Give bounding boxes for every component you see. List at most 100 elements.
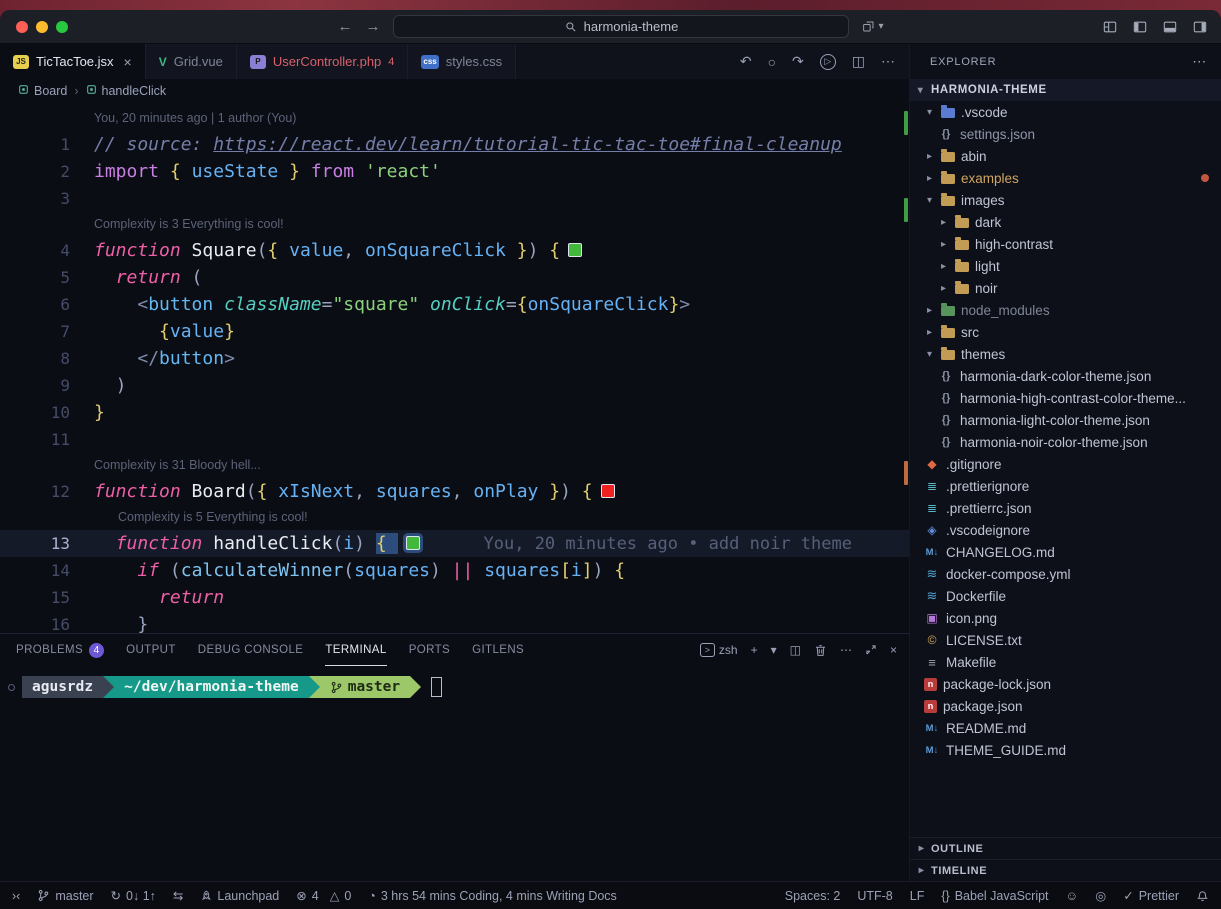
tree-item-README.md[interactable]: M↓README.md [910, 717, 1221, 739]
run-file-icon[interactable]: ▷ [820, 54, 836, 70]
tab-TicTacToe.jsx[interactable]: JSTicTacToe.jsx× [0, 44, 146, 79]
nav-back-icon[interactable]: ↶ [740, 53, 752, 70]
code-line-3[interactable]: 3 [0, 185, 909, 212]
command-center-search[interactable]: harmonia-theme [393, 15, 849, 38]
tree-item-light[interactable]: ▸light [910, 255, 1221, 277]
tree-item-.prettierignore[interactable]: ≣.prettierignore [910, 475, 1221, 497]
language-mode-item[interactable]: {}Babel JavaScript [941, 889, 1048, 903]
codelens-annotation[interactable]: Complexity is 31 Bloody hell... [0, 453, 909, 478]
code-line-11[interactable]: 11 [0, 426, 909, 453]
code-line-12[interactable]: 12function Board({ xIsNext, squares, onP… [0, 478, 909, 505]
tree-item-.vscodeignore[interactable]: ◈.vscodeignore [910, 519, 1221, 541]
code-line-6[interactable]: 6 <button className="square" onClick={on… [0, 291, 909, 318]
kill-terminal-button[interactable] [814, 644, 827, 657]
tree-item-noir[interactable]: ▸noir [910, 277, 1221, 299]
timeline-section[interactable]: ▸ TIMELINE [910, 859, 1221, 881]
code-line-10[interactable]: 10} [0, 399, 909, 426]
tree-item-.gitignore[interactable]: ◆.gitignore [910, 453, 1221, 475]
tree-item-harmonia-light-color-theme.json[interactable]: {}harmonia-light-color-theme.json [910, 409, 1221, 431]
toggle-secondary-sidebar-icon[interactable] [1193, 20, 1207, 34]
tree-item-icon.png[interactable]: ▣icon.png [910, 607, 1221, 629]
color-swatch[interactable] [601, 484, 615, 498]
panel-tab-terminal[interactable]: TERMINAL [325, 634, 386, 666]
nav-target-icon[interactable]: ○ [768, 54, 776, 70]
problems-item[interactable]: ⊗4△0 [296, 888, 351, 903]
encoding-item[interactable]: UTF-8 [857, 889, 892, 903]
explorer-more-icon[interactable]: ⋯ [1192, 53, 1207, 70]
tree-item-dark[interactable]: ▸dark [910, 211, 1221, 233]
notifications-bell-icon[interactable] [1196, 889, 1209, 902]
editor-more-icon[interactable]: ⋯ [881, 53, 895, 70]
tree-item-docker-compose.yml[interactable]: ≋docker-compose.yml [910, 563, 1221, 585]
terminal[interactable]: agusrdz~/dev/harmonia-thememaster [0, 666, 909, 881]
explorer-section-header[interactable]: ▾ HARMONIA-THEME [910, 79, 1221, 101]
tree-item-package-lock.json[interactable]: npackage-lock.json [910, 673, 1221, 695]
git-branch-item[interactable]: master [37, 889, 93, 903]
eol-item[interactable]: LF [910, 889, 925, 903]
tree-item-Makefile[interactable]: ≡Makefile [910, 651, 1221, 673]
profile-switcher[interactable]: ▾ [862, 20, 883, 33]
tree-item-src[interactable]: ▸src [910, 321, 1221, 343]
split-terminal-button[interactable]: ◫ [790, 643, 801, 657]
panel-more-button[interactable]: ⋯ [840, 643, 852, 657]
tab-UserController.php[interactable]: PUserController.php4 [237, 44, 409, 79]
panel-tab-ports[interactable]: PORTS [409, 634, 450, 666]
tree-item-images[interactable]: ▾images [910, 189, 1221, 211]
tree-item-package.json[interactable]: npackage.json [910, 695, 1221, 717]
code-line-1[interactable]: 1// source: https://react.dev/learn/tuto… [0, 131, 909, 158]
code-line-8[interactable]: 8 </button> [0, 345, 909, 372]
minimize-window-button[interactable] [36, 21, 48, 33]
panel-tab-gitlens[interactable]: GITLENS [472, 634, 524, 666]
tree-item-.vscode[interactable]: ▾.vscode [910, 101, 1221, 123]
tree-item-abin[interactable]: ▸abin [910, 145, 1221, 167]
split-editor-icon[interactable]: ◫ [852, 53, 865, 70]
git-sync-item[interactable]: ↻0↓ 1↑ [111, 888, 156, 903]
indentation-item[interactable]: Spaces: 2 [785, 889, 841, 903]
code-line-13[interactable]: 13 function handleClick(i) { You, 20 min… [0, 530, 909, 557]
terminal-cursor[interactable] [431, 677, 442, 697]
extension-status-icon[interactable]: ◎ [1095, 888, 1106, 903]
outline-section[interactable]: ▸ OUTLINE [910, 837, 1221, 859]
new-terminal-button[interactable]: + [751, 643, 758, 657]
tree-item-high-contrast[interactable]: ▸high-contrast [910, 233, 1221, 255]
tree-item-harmonia-dark-color-theme.json[interactable]: {}harmonia-dark-color-theme.json [910, 365, 1221, 387]
code-line-16[interactable]: 16 } [0, 611, 909, 633]
gitlens-compare-icon[interactable]: ⇆ [173, 888, 183, 903]
close-window-button[interactable] [16, 21, 28, 33]
git-blame-lens[interactable]: You, 20 minutes ago | 1 author (You) [0, 106, 909, 131]
tree-item-examples[interactable]: ▸examples [910, 167, 1221, 189]
history-back-icon[interactable]: ← [337, 18, 352, 35]
code-line-5[interactable]: 5 return ( [0, 264, 909, 291]
maximize-panel-button[interactable] [865, 644, 877, 656]
remote-indicator[interactable]: ›‹ [12, 889, 20, 903]
terminal-shell-button[interactable]: >zsh [700, 643, 738, 657]
toggle-primary-sidebar-icon[interactable] [1133, 20, 1147, 34]
tree-item-settings.json[interactable]: {}settings.json [910, 123, 1221, 145]
code-line-9[interactable]: 9 ) [0, 372, 909, 399]
history-forward-icon[interactable]: → [365, 18, 380, 35]
tree-item-LICENSE.txt[interactable]: ©LICENSE.txt [910, 629, 1221, 651]
overview-ruler[interactable] [904, 103, 908, 633]
tab-Grid.vue[interactable]: VGrid.vue [146, 44, 237, 79]
color-swatch[interactable] [568, 243, 582, 257]
panel-tab-problems[interactable]: PROBLEMS4 [16, 634, 104, 666]
close-tab-icon[interactable]: × [124, 54, 132, 70]
tree-item-.prettierrc.json[interactable]: ≣.prettierrc.json [910, 497, 1221, 519]
tree-item-CHANGELOG.md[interactable]: M↓CHANGELOG.md [910, 541, 1221, 563]
toggle-panel-icon[interactable] [1163, 20, 1177, 34]
tree-item-themes[interactable]: ▾themes [910, 343, 1221, 365]
tree-item-harmonia-noir-color-theme.json[interactable]: {}harmonia-noir-color-theme.json [910, 431, 1221, 453]
color-swatch[interactable] [406, 536, 420, 550]
tree-item-node_modules[interactable]: ▸node_modules [910, 299, 1221, 321]
breadcrumb-item-handleClick[interactable]: handleClick [86, 84, 167, 98]
tab-styles.css[interactable]: cssstyles.css [408, 44, 516, 79]
tree-item-THEME_GUIDE.md[interactable]: M↓THEME_GUIDE.md [910, 739, 1221, 761]
tree-item-harmonia-high-contrast-color-theme...[interactable]: {}harmonia-high-contrast-color-theme... [910, 387, 1221, 409]
tree-item-Dockerfile[interactable]: ≋Dockerfile [910, 585, 1221, 607]
wakatime-item[interactable]: ◔3 hrs 54 mins Coding, 4 mins Writing Do… [368, 889, 617, 903]
codelens-annotation[interactable]: Complexity is 5 Everything is cool! [0, 505, 909, 530]
nav-forward-icon[interactable]: ↷ [792, 53, 804, 70]
code-line-2[interactable]: 2import { useState } from 'react' [0, 158, 909, 185]
breadcrumb-item-Board[interactable]: Board [18, 84, 67, 98]
code-line-14[interactable]: 14 if (calculateWinner(squares) || squar… [0, 557, 909, 584]
